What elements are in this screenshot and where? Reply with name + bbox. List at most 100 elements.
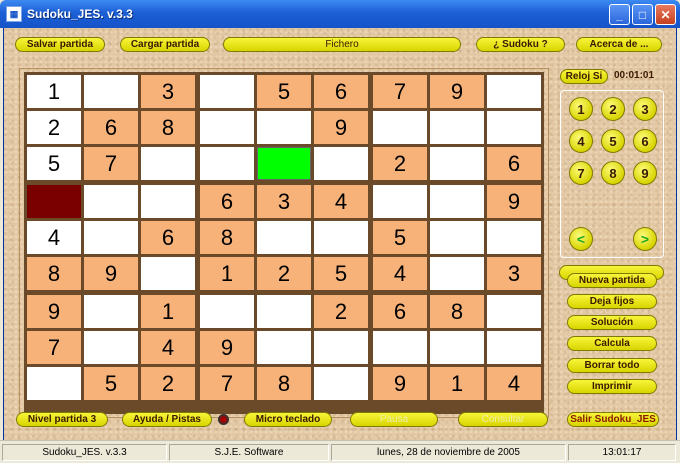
sudoku-cell-r2-c4[interactable] [200, 111, 254, 144]
sudoku-cell-r5-c8[interactable] [430, 221, 484, 254]
print-button[interactable]: Imprimir [567, 379, 657, 394]
sudoku-cell-r9-c8[interactable]: 1 [430, 367, 484, 400]
sudoku-cell-r3-c7[interactable]: 2 [373, 147, 427, 180]
sudoku-cell-r5-c4[interactable]: 8 [200, 221, 254, 254]
sudoku-cell-r8-c5[interactable] [257, 331, 311, 364]
sudoku-cell-r5-c7[interactable]: 5 [373, 221, 427, 254]
what-sudoku-button[interactable]: ¿ Sudoku ? [476, 37, 565, 52]
numpad-button-6[interactable]: 6 [633, 129, 657, 153]
sudoku-cell-r4-c6[interactable]: 4 [314, 185, 368, 218]
next-arrow-button[interactable]: > [633, 227, 657, 251]
sudoku-cell-r7-c9[interactable] [487, 295, 541, 328]
new-game-button[interactable]: Nueva partida [567, 273, 657, 288]
sudoku-cell-r8-c2[interactable] [84, 331, 138, 364]
sudoku-cell-r3-c8[interactable] [430, 147, 484, 180]
about-button[interactable]: Acerca de ... [576, 37, 662, 52]
sudoku-cell-r9-c3[interactable]: 2 [141, 367, 195, 400]
consult-button[interactable]: Consultar [458, 412, 548, 427]
sudoku-cell-r5-c3[interactable]: 6 [141, 221, 195, 254]
sudoku-cell-r9-c7[interactable]: 9 [373, 367, 427, 400]
sudoku-cell-r5-c6[interactable] [314, 221, 368, 254]
sudoku-cell-r2-c2[interactable]: 6 [84, 111, 138, 144]
numpad-button-9[interactable]: 9 [633, 161, 657, 185]
help-hints-button[interactable]: Ayuda / Pistas [122, 412, 212, 427]
sudoku-cell-r6-c8[interactable] [430, 257, 484, 290]
sudoku-cell-r7-c3[interactable]: 1 [141, 295, 195, 328]
sudoku-cell-r3-c5[interactable] [257, 147, 311, 180]
file-button[interactable]: Fichero [223, 37, 461, 52]
sudoku-cell-r9-c4[interactable]: 7 [200, 367, 254, 400]
sudoku-cell-r5-c2[interactable] [84, 221, 138, 254]
sudoku-cell-r6-c6[interactable]: 5 [314, 257, 368, 290]
sudoku-cell-r3-c3[interactable] [141, 147, 195, 180]
numpad-button-8[interactable]: 8 [601, 161, 625, 185]
sudoku-cell-r4-c4[interactable]: 6 [200, 185, 254, 218]
sudoku-cell-r1-c9[interactable] [487, 75, 541, 108]
sudoku-cell-r1-c3[interactable]: 3 [141, 75, 195, 108]
sudoku-cell-r3-c9[interactable]: 6 [487, 147, 541, 180]
sudoku-cell-r7-c5[interactable] [257, 295, 311, 328]
sudoku-cell-r6-c7[interactable]: 4 [373, 257, 427, 290]
sudoku-cell-r5-c9[interactable] [487, 221, 541, 254]
sudoku-cell-r8-c1[interactable]: 7 [27, 331, 81, 364]
sudoku-cell-r7-c6[interactable]: 2 [314, 295, 368, 328]
sudoku-cell-r6-c3[interactable] [141, 257, 195, 290]
sudoku-cell-r1-c6[interactable]: 6 [314, 75, 368, 108]
sudoku-cell-r2-c9[interactable] [487, 111, 541, 144]
sudoku-cell-r1-c4[interactable] [200, 75, 254, 108]
sudoku-cell-r8-c7[interactable] [373, 331, 427, 364]
sudoku-cell-r2-c1[interactable]: 2 [27, 111, 81, 144]
sudoku-cell-r8-c6[interactable] [314, 331, 368, 364]
numpad-button-4[interactable]: 4 [569, 129, 593, 153]
sudoku-cell-r1-c2[interactable] [84, 75, 138, 108]
sudoku-cell-r3-c6[interactable] [314, 147, 368, 180]
sudoku-cell-r9-c9[interactable]: 4 [487, 367, 541, 400]
sudoku-cell-r2-c6[interactable]: 9 [314, 111, 368, 144]
sudoku-cell-r2-c8[interactable] [430, 111, 484, 144]
sudoku-cell-r7-c4[interactable] [200, 295, 254, 328]
sudoku-cell-r4-c8[interactable] [430, 185, 484, 218]
sudoku-cell-r2-c3[interactable]: 8 [141, 111, 195, 144]
sudoku-cell-r1-c1[interactable]: 1 [27, 75, 81, 108]
calculate-button[interactable]: Calcula [567, 336, 657, 351]
clock-toggle-button[interactable]: Reloj Si [560, 69, 608, 84]
sudoku-cell-r6-c5[interactable]: 2 [257, 257, 311, 290]
sudoku-cell-r3-c4[interactable] [200, 147, 254, 180]
sudoku-cell-r8-c9[interactable] [487, 331, 541, 364]
close-button[interactable]: ✕ [655, 4, 676, 25]
sudoku-cell-r8-c3[interactable]: 4 [141, 331, 195, 364]
sudoku-cell-r8-c8[interactable] [430, 331, 484, 364]
numpad-button-7[interactable]: 7 [569, 161, 593, 185]
sudoku-cell-r7-c7[interactable]: 6 [373, 295, 427, 328]
numpad-button-1[interactable]: 1 [569, 97, 593, 121]
prev-arrow-button[interactable]: < [569, 227, 593, 251]
sudoku-cell-r9-c6[interactable] [314, 367, 368, 400]
sudoku-cell-r8-c4[interactable]: 9 [200, 331, 254, 364]
numpad-button-2[interactable]: 2 [601, 97, 625, 121]
maximize-button[interactable]: □ [632, 4, 653, 25]
sudoku-cell-r4-c3[interactable] [141, 185, 195, 218]
sudoku-cell-r4-c7[interactable] [373, 185, 427, 218]
clear-all-button[interactable]: Borrar todo [567, 358, 657, 373]
sudoku-cell-r6-c4[interactable]: 1 [200, 257, 254, 290]
sudoku-cell-r1-c8[interactable]: 9 [430, 75, 484, 108]
sudoku-cell-r6-c9[interactable]: 3 [487, 257, 541, 290]
sudoku-cell-r9-c2[interactable]: 5 [84, 367, 138, 400]
load-game-button[interactable]: Cargar partida [120, 37, 210, 52]
level-button[interactable]: Nivel partida 3 [16, 412, 108, 427]
sudoku-cell-r4-c2[interactable] [84, 185, 138, 218]
minimize-button[interactable]: _ [609, 4, 630, 25]
sudoku-cell-r1-c7[interactable]: 7 [373, 75, 427, 108]
sudoku-cell-r5-c1[interactable]: 4 [27, 221, 81, 254]
sudoku-cell-r4-c5[interactable]: 3 [257, 185, 311, 218]
pause-button[interactable]: Pausa [350, 412, 438, 427]
sudoku-cell-r1-c5[interactable]: 5 [257, 75, 311, 108]
sudoku-cell-r6-c2[interactable]: 9 [84, 257, 138, 290]
sudoku-cell-r6-c1[interactable]: 8 [27, 257, 81, 290]
numpad-button-3[interactable]: 3 [633, 97, 657, 121]
leave-fixed-button[interactable]: Deja fijos [567, 294, 657, 309]
sudoku-cell-r2-c5[interactable] [257, 111, 311, 144]
sudoku-cell-r3-c2[interactable]: 7 [84, 147, 138, 180]
sudoku-cell-r7-c2[interactable] [84, 295, 138, 328]
save-game-button[interactable]: Salvar partida [15, 37, 105, 52]
